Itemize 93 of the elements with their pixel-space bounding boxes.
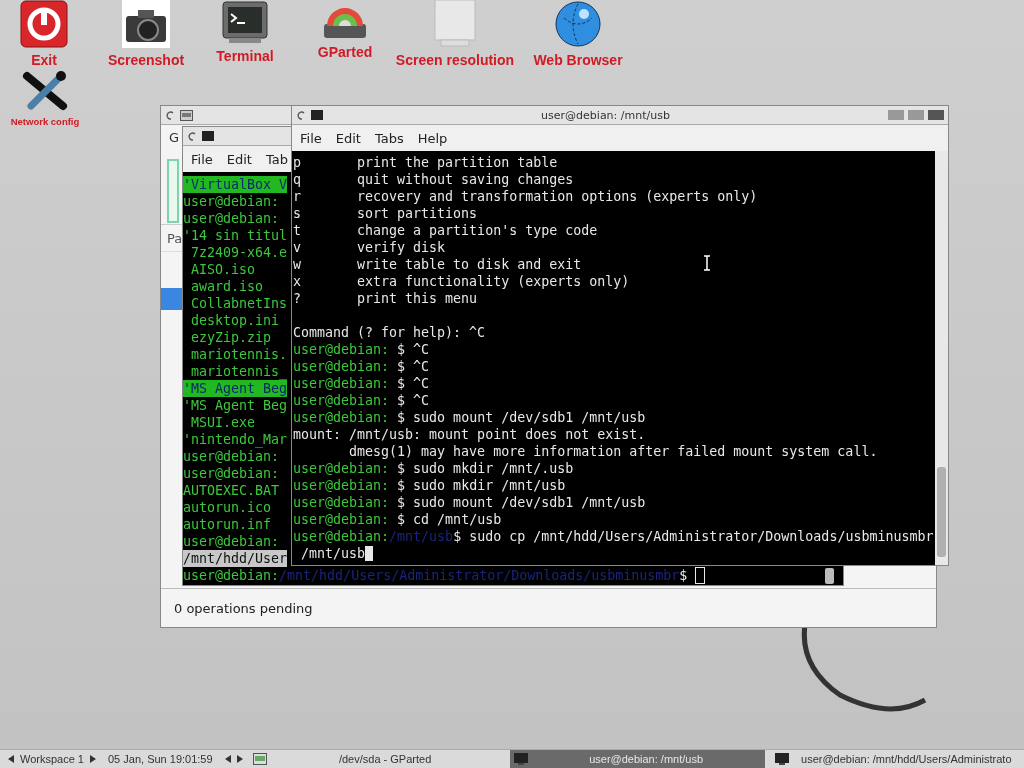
prompt-text: user@debian: <box>183 567 280 584</box>
prompt-text: user@debian: <box>293 392 390 409</box>
terminal-line: user@debian: <box>183 193 280 210</box>
terminal-icon <box>774 753 789 765</box>
terminal-line: MSUI.exe <box>190 414 256 431</box>
command-text: $ sudo cp /mnt/hdd/Users/Administrator/Downloads/usbminusmbr <box>453 528 934 545</box>
left-arrow-icon[interactable] <box>224 755 231 763</box>
terminal-line: autorun.inf <box>183 516 272 533</box>
prompt-text: user@debian: <box>293 375 390 392</box>
menu-item[interactable]: Help <box>410 130 448 146</box>
terminal-line: user@debian: <box>183 210 280 227</box>
prompt-text: user@debian: <box>293 409 390 426</box>
terminal-line: Command (? for help): ^C <box>293 324 486 341</box>
prompt-text: user@debian: <box>293 494 390 511</box>
terminal-line: 'nintendo_Mar <box>183 431 288 448</box>
menu-item[interactable]: File <box>184 151 213 167</box>
terminal-line: 7z2409-x64.e <box>190 244 288 261</box>
command-text: $ ^C <box>396 375 430 392</box>
swirl-icon <box>296 109 307 121</box>
scrollbar-thumb[interactable] <box>937 467 946 557</box>
terminal-line: mariotennis_ <box>190 363 288 380</box>
terminal-line: x extra functionality (experts only) <box>293 273 630 290</box>
prompt-text: user@debian: <box>293 528 390 545</box>
menu-item[interactable]: Tabs <box>367 130 404 146</box>
menu-item[interactable]: File <box>293 130 322 146</box>
terminal-line: ezyZip.zip <box>190 329 272 346</box>
terminal-icon <box>513 753 528 765</box>
terminal-line: user@debian: <box>183 533 280 550</box>
command-text: $ sudo mkdir /mnt/.usb <box>396 460 574 477</box>
workspace-label[interactable]: Workspace 1 <box>20 753 84 765</box>
right-arrow-icon[interactable] <box>90 755 96 763</box>
menu-item[interactable]: Edit <box>219 151 252 167</box>
taskbar-button[interactable]: user@debian: /mnt/usb <box>509 749 765 768</box>
terminal-line: CollabnetIns <box>190 295 288 312</box>
command-text: $ sudo mount /dev/sdb1 /mnt/usb <box>396 494 646 511</box>
terminal-line: ? print this menu <box>293 290 478 307</box>
column-header: Pa <box>167 230 183 246</box>
text-cursor-icon <box>703 255 711 271</box>
swirl-icon <box>187 130 198 142</box>
terminal-icon <box>202 131 214 141</box>
tools-icon[interactable] <box>21 70 69 112</box>
terminal-line: desktop.ini <box>190 312 280 329</box>
left-arrow-icon[interactable] <box>8 755 14 763</box>
text-cursor <box>365 546 374 561</box>
terminal-icon <box>311 110 323 120</box>
terminal-line: q quit without saving changes <box>293 171 574 188</box>
menu-item[interactable]: Tab <box>258 151 288 167</box>
selected-row[interactable] <box>161 288 185 310</box>
command-text: $ sudo mkdir /mnt/usb <box>396 477 566 494</box>
right-arrow-icon[interactable] <box>236 755 243 763</box>
terminal-line: w write table to disk and exit <box>293 256 582 273</box>
swirl-icon <box>165 109 176 121</box>
status-text: 0 operations pending <box>174 600 313 616</box>
terminal-line: autorun.ico <box>183 499 272 516</box>
command-text: $ ^C <box>396 392 430 409</box>
terminal-line: AUTOEXEC.BAT <box>183 482 280 499</box>
window-title: user@debian: /mnt/usb <box>540 108 671 122</box>
prompt-text: user@debian: <box>293 341 390 358</box>
scrollbar-thumb[interactable] <box>825 567 835 584</box>
command-text: /mnt/usb <box>300 545 366 562</box>
path-text: /mnt/usb <box>389 528 454 545</box>
command-text: $ sudo mount /dev/sdb1 /mnt/usb <box>396 409 646 426</box>
terminal-line: AISO.iso <box>190 261 256 278</box>
power-icon[interactable] <box>20 0 68 48</box>
terminal-line: s sort partitions <box>293 205 478 222</box>
globe-icon[interactable] <box>554 0 602 48</box>
command-text: $ ^C <box>396 358 430 375</box>
camera-icon[interactable] <box>122 0 170 48</box>
path-text: /mnt/hdd/Users/Administrator/Downloads/usbminusmbr <box>279 567 680 584</box>
terminal-line: mount: /mnt/usb: mount point does not exist. <box>293 426 646 443</box>
menu-item[interactable]: Edit <box>328 130 361 146</box>
terminal-line: user@debian: <box>183 465 280 482</box>
terminal-line: t change a partition's type code <box>293 222 598 239</box>
menu-item[interactable]: G <box>169 129 180 145</box>
terminal-line: v verify disk <box>293 239 446 256</box>
terminal-line: p print the partition table <box>293 154 558 171</box>
prompt-text: user@debian: <box>293 460 390 477</box>
terminal-line: '14 sin titul <box>183 227 288 244</box>
prompt-text: $ <box>679 567 688 584</box>
command-text: $ ^C <box>396 341 430 358</box>
terminal-line: award.iso <box>190 278 264 295</box>
partition-bar <box>167 159 179 223</box>
terminal-line: mariotennis. <box>190 346 288 363</box>
terminal-icon[interactable] <box>221 0 269 44</box>
terminal-line: r recovery and transformation options (experts only) <box>293 188 758 205</box>
command-text: $ cd /mnt/usb <box>396 511 502 528</box>
clock-text: 05 Jan, Sun 19:01:59 <box>108 753 213 765</box>
prompt-text: user@debian: <box>293 511 390 528</box>
terminal-line: 'MS Agent Beg <box>183 397 288 414</box>
prompt-text: user@debian: <box>293 358 390 375</box>
terminal-line: user@debian: <box>183 448 280 465</box>
terminal-line: dmesg(1) may have more information after failed mount system call. <box>348 443 878 460</box>
prompt-text: user@debian: <box>293 477 390 494</box>
